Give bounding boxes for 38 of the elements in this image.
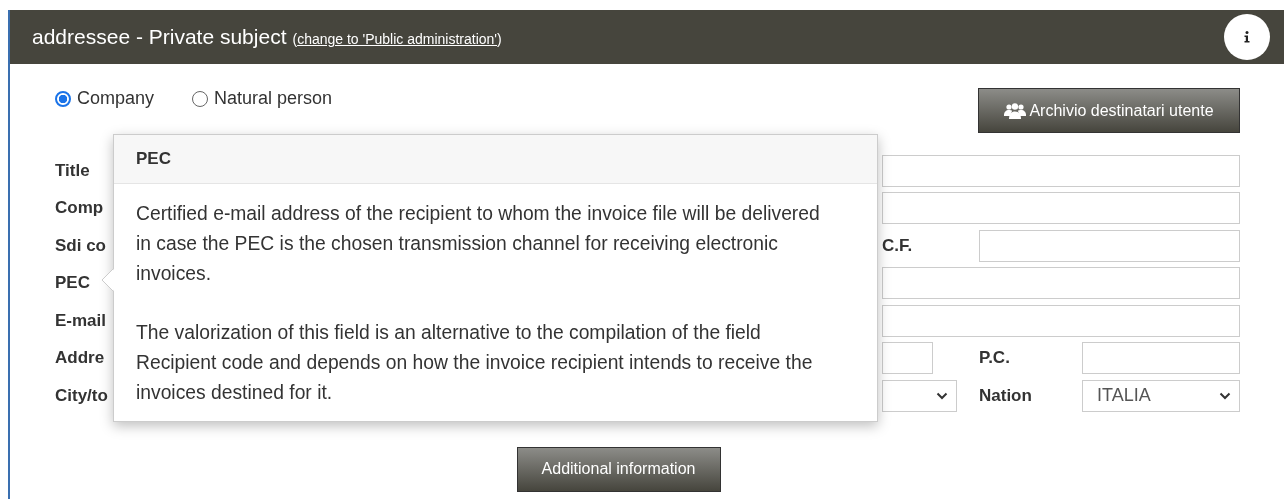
field-label: Sdi co <box>55 235 106 256</box>
field-label: Nation <box>979 385 1033 406</box>
radio-button[interactable] <box>55 90 71 107</box>
input-field[interactable] <box>882 304 1240 337</box>
info-icon <box>1244 31 1250 43</box>
popover-text: Certified e-mail address of the recipient to whom the invoice file will be delivered in case the PEC is the chosen transmission channel for receiving electronic invoices. <box>136 202 821 286</box>
users-icon <box>1004 102 1027 119</box>
field-label: PEC <box>55 273 90 294</box>
panel-title: addressee - Private subject <box>32 25 287 49</box>
field-label: Addre <box>55 348 105 369</box>
input-field[interactable] <box>979 229 1240 262</box>
chevron-down-icon <box>1219 391 1231 400</box>
archive-button[interactable]: Archivio destinatari utente <box>978 88 1240 133</box>
radio-label: Company <box>77 88 155 109</box>
popover-title: PEC <box>114 135 877 184</box>
field-label: E-mail <box>55 310 107 331</box>
select-field[interactable]: ITALIA <box>1082 379 1240 412</box>
info-button[interactable] <box>1224 14 1270 60</box>
field-label: P.C. <box>979 348 1011 369</box>
field-label: C.F. <box>882 235 914 256</box>
input-field[interactable] <box>1082 342 1240 375</box>
additional-info-button[interactable]: Additional information <box>516 446 721 492</box>
header-note: (change to 'Public administration') <box>292 31 502 47</box>
input-field[interactable] <box>882 192 1240 225</box>
field-label: Comp <box>55 198 104 219</box>
chevron-down-icon <box>936 391 948 400</box>
radio-label: Natural person <box>214 88 333 109</box>
popover-text: The valorization of this field is an alternative to the compilation of the field Recipient code and depends on how the invoice recipient intends to receive the invoices destined for it. <box>136 321 814 405</box>
radio-button[interactable] <box>192 90 209 107</box>
input-field[interactable] <box>882 154 1240 187</box>
radio-option[interactable]: Company <box>55 88 155 109</box>
input-field[interactable] <box>882 267 1240 300</box>
select-field[interactable] <box>882 379 957 412</box>
change-link[interactable]: change to 'Public administration' <box>297 31 498 47</box>
input-field[interactable] <box>882 342 933 375</box>
field-label: City/to <box>55 385 108 406</box>
radio-option[interactable]: Natural person <box>192 88 333 109</box>
field-label: Title <box>55 160 90 181</box>
